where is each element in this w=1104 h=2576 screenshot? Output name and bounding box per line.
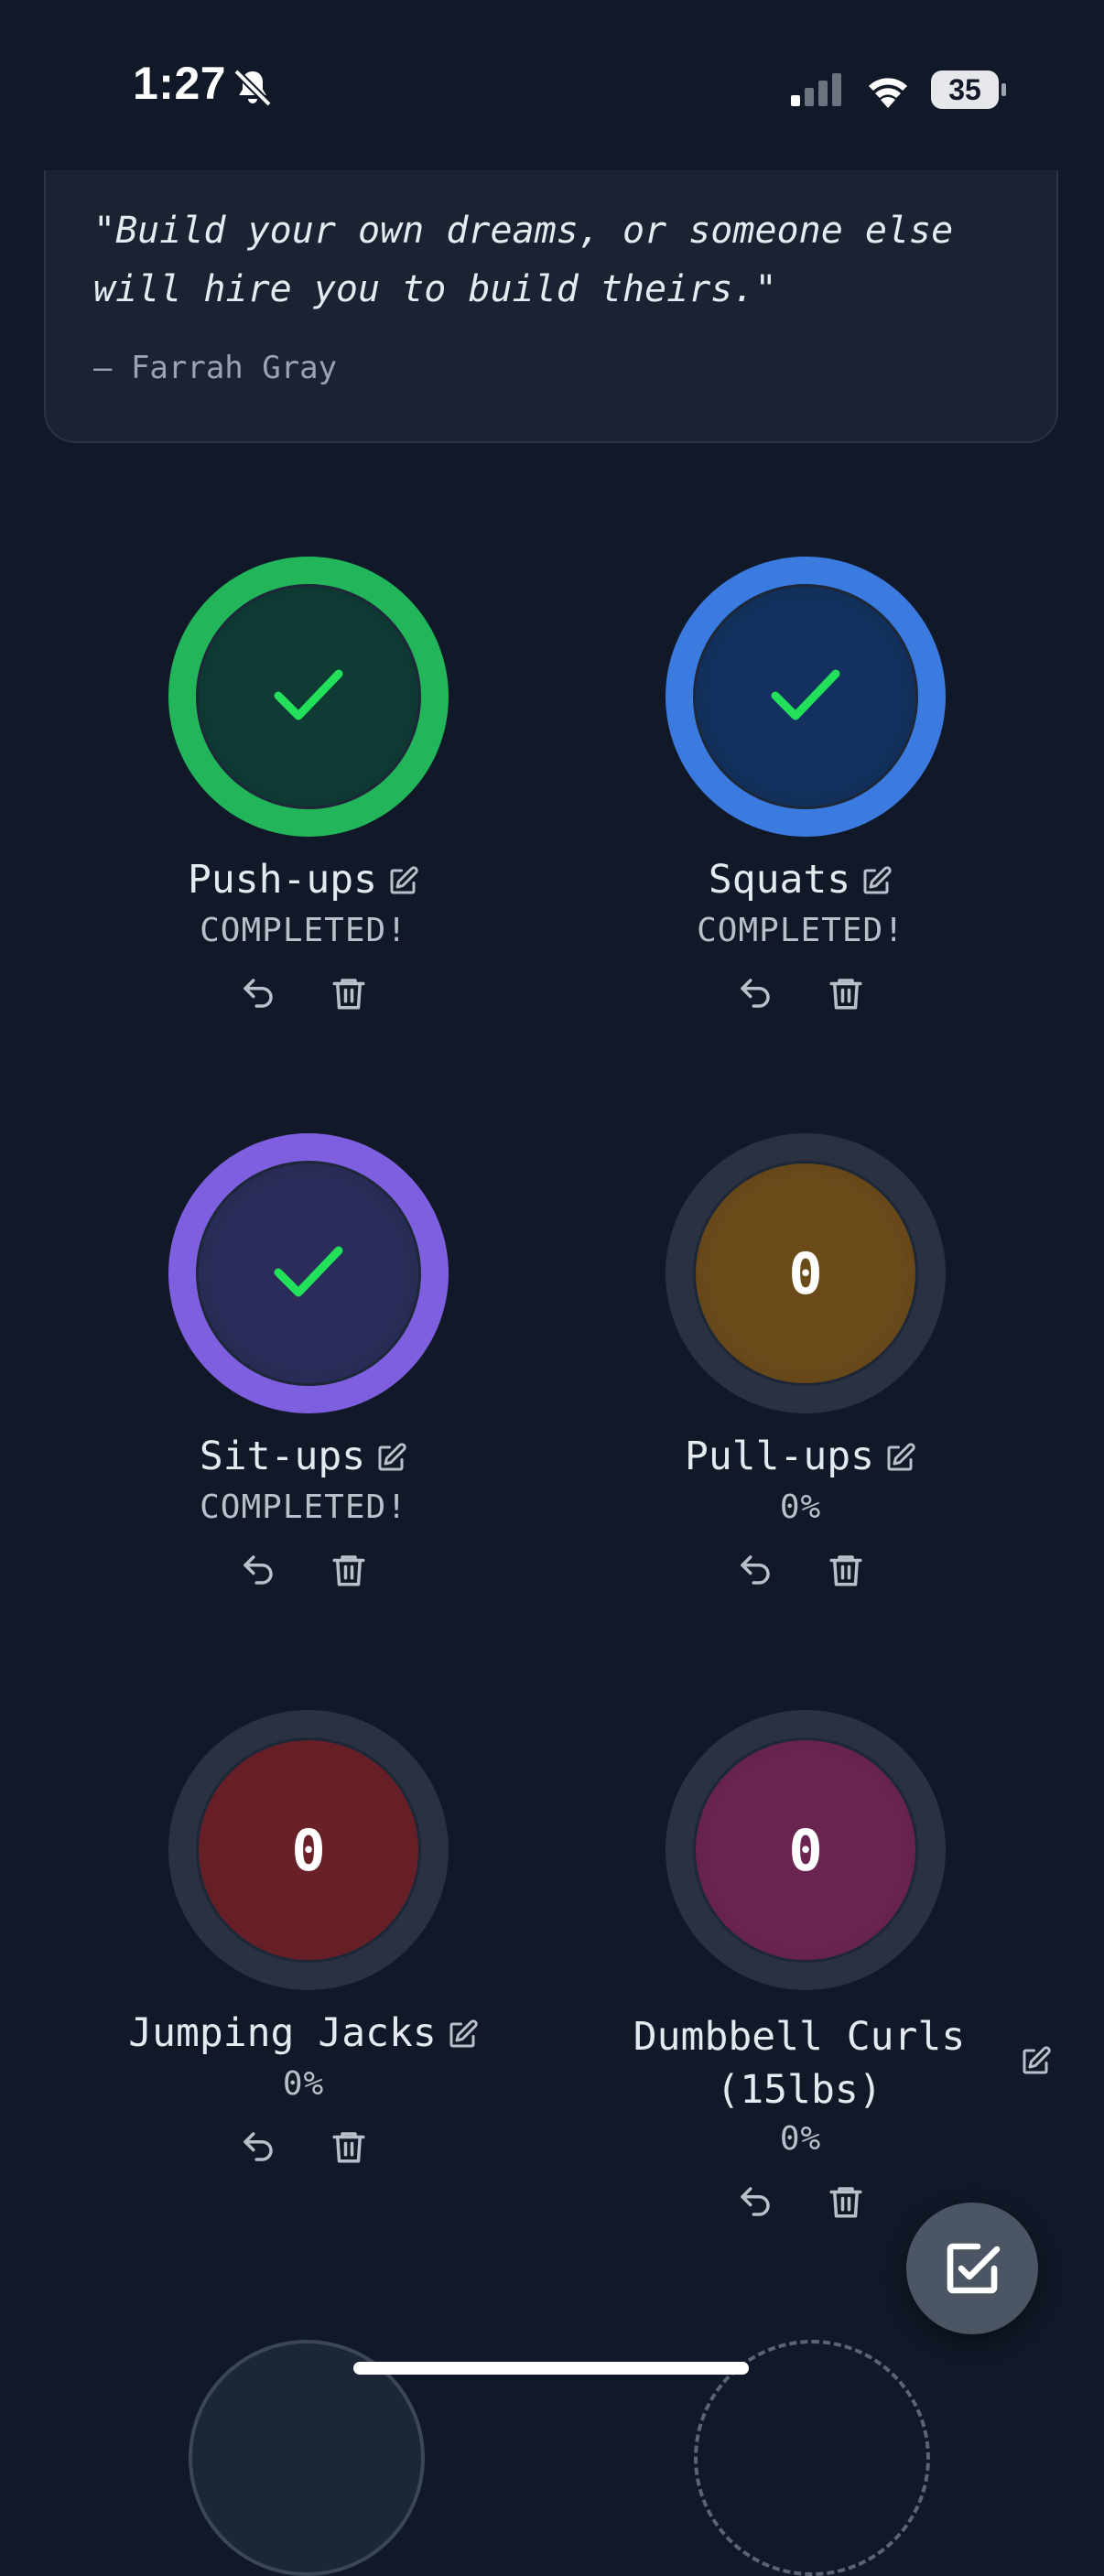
undo-icon[interactable]: [736, 974, 774, 1012]
rep-count: 0: [291, 1816, 326, 1884]
exercise-status: 0%: [282, 2065, 325, 2103]
add-exercise-ring-peek[interactable]: [694, 2340, 930, 2576]
trash-icon[interactable]: [827, 1551, 865, 1589]
rep-count: 0: [788, 1816, 823, 1884]
edit-icon[interactable]: [883, 1439, 916, 1472]
quote-text: "Build your own dreams, or someone else …: [93, 210, 954, 310]
log-workout-fab[interactable]: [906, 2203, 1038, 2334]
exercise-card: Sit-ups COMPLETED!: [55, 1113, 552, 1626]
check-icon: [768, 665, 843, 729]
exercise-card: 0 Dumbbell Curls (15lbs) 0%: [552, 1690, 1052, 2218]
progress-ring[interactable]: 0: [666, 1710, 946, 1990]
edit-icon[interactable]: [374, 1439, 407, 1472]
silent-bell-icon: [233, 69, 272, 107]
exercise-card: Push-ups COMPLETED!: [55, 536, 552, 1049]
trash-icon[interactable]: [827, 974, 865, 1012]
undo-icon[interactable]: [239, 2127, 277, 2166]
exercise-status: COMPLETED!: [200, 1488, 407, 1526]
rep-count: 0: [788, 1239, 823, 1307]
progress-ring-center: 0: [693, 1161, 918, 1386]
exercise-actions: [55, 2127, 552, 2170]
checkbox-edit-icon: [947, 2243, 1001, 2294]
check-icon: [271, 665, 346, 729]
progress-ring[interactable]: 0: [168, 1710, 449, 1990]
wifi-icon: [869, 78, 907, 108]
trash-icon[interactable]: [330, 974, 368, 1012]
exercise-actions: [552, 1551, 1049, 1593]
progress-ring[interactable]: [168, 557, 449, 837]
battery-level: 35: [948, 73, 981, 106]
exercise-name: Jumping Jacks: [128, 2010, 437, 2056]
progress-ring-center: [196, 584, 421, 809]
exercise-actions: [552, 974, 1049, 1016]
next-card-ring-peek: [189, 2340, 425, 2576]
edit-icon[interactable]: [386, 862, 419, 895]
progress-ring-center: [196, 1161, 421, 1386]
progress-ring[interactable]: [168, 1133, 449, 1413]
undo-icon[interactable]: [736, 2182, 774, 2221]
exercise-name: Sit-ups: [199, 1434, 366, 1479]
quote-author: — Farrah Gray: [93, 350, 338, 386]
exercise-status: 0%: [779, 1488, 822, 1526]
exercise-name-row: Pull-ups: [552, 1434, 1049, 1479]
exercise-status: 0%: [779, 2120, 822, 2158]
progress-ring-center: 0: [196, 1737, 421, 1963]
exercise-status: COMPLETED!: [697, 912, 904, 949]
edit-icon[interactable]: [446, 2016, 479, 2049]
quote-card: "Build your own dreams, or someone else …: [44, 170, 1058, 443]
edit-icon[interactable]: [860, 862, 893, 895]
exercise-name-row: Push-ups: [55, 857, 552, 903]
status-bar: 1:27 35: [0, 0, 1104, 174]
exercise-name-row: Jumping Jacks: [55, 2010, 552, 2056]
progress-ring[interactable]: 0: [666, 1133, 946, 1413]
exercise-actions: [55, 1551, 552, 1593]
status-time: 1:27: [133, 58, 227, 109]
check-icon: [271, 1241, 346, 1305]
trash-icon[interactable]: [330, 1551, 368, 1589]
exercise-name: Dumbbell Curls (15lbs): [633, 2014, 966, 2113]
exercise-name-row: Sit-ups: [55, 1434, 552, 1479]
exercise-name: Pull-ups: [684, 1434, 875, 1479]
progress-ring[interactable]: [666, 557, 946, 837]
undo-icon[interactable]: [239, 1551, 277, 1589]
exercise-name-row: Squats: [552, 857, 1049, 903]
exercise-actions: [55, 974, 552, 1016]
undo-icon[interactable]: [239, 974, 277, 1012]
trash-icon[interactable]: [330, 2127, 368, 2166]
exercise-card: Squats COMPLETED!: [552, 536, 1049, 1049]
exercise-card: 0 Jumping Jacks 0%: [55, 1690, 552, 2203]
undo-icon[interactable]: [736, 1551, 774, 1589]
exercise-name: Squats: [708, 857, 851, 903]
exercise-card: 0 Pull-ups 0%: [552, 1113, 1049, 1626]
exercise-status: COMPLETED!: [200, 912, 407, 949]
trash-icon[interactable]: [827, 2182, 865, 2221]
exercise-name: Push-ups: [187, 857, 378, 903]
progress-ring-center: [693, 584, 918, 809]
progress-ring-center: 0: [693, 1737, 918, 1963]
cellular-signal-icon: [791, 73, 841, 106]
home-indicator[interactable]: [353, 2362, 749, 2375]
edit-icon[interactable]: [1019, 2042, 1052, 2075]
